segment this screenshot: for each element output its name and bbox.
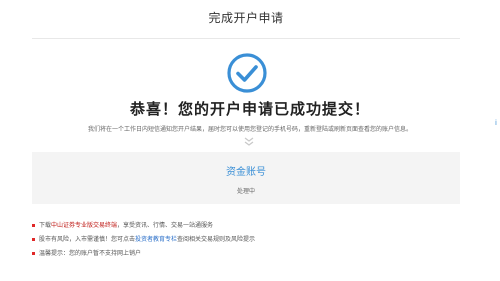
bullet-icon [32, 252, 35, 255]
bullet-icon [32, 224, 35, 227]
note-text: 查阅相关交易规则及风险提示 [177, 236, 256, 243]
note-text: 温馨提示：您的账户暂不支持网上销户 [39, 250, 142, 257]
note-risk: 股市有风险，入市需谨慎！您可点击投资者教育专栏查阅相关交易规则及风险提示 [32, 236, 462, 250]
double-chevron-down-icon [244, 137, 254, 146]
page-title: 完成开户申请 [208, 11, 284, 25]
note-download: 下载中山证券专业版交易终端，享受资讯、行情、交易一站通服务 [32, 222, 462, 236]
account-status: 处理中 [236, 188, 255, 195]
account-info-panel: 资金账号 处理中 [32, 152, 460, 204]
checkmark-circle-icon [227, 53, 267, 93]
investor-education-link[interactable]: 投资者教育专栏 [135, 236, 177, 243]
download-terminal-link[interactable]: 中山证券专业版交易终端 [51, 222, 117, 229]
note-tip: 温馨提示：您的账户暂不支持网上销户 [32, 250, 462, 264]
success-description: 我们将在一个工作日内短信通知您开户结果，届时您可以使用您登记的手机号码，重新登陆… [87, 126, 412, 133]
page: 完成开户申请 恭喜！您的开户申请已成功提交！ 我们将在一个工作日内短信通知您开户… [0, 0, 500, 281]
edge-mark: i [495, 119, 497, 127]
note-text: 下载 [39, 222, 52, 229]
success-headline: 恭喜！您的开户申请已成功提交！ [129, 100, 370, 118]
bullet-icon [32, 238, 35, 241]
note-text: 股市有风险，入市需谨慎！您可点击 [39, 236, 136, 243]
note-text: ，享受资讯、行情、交易一站通服务 [117, 222, 214, 229]
account-label: 资金账号 [226, 167, 266, 178]
notes-list: 下载中山证券专业版交易终端，享受资讯、行情、交易一站通服务 股市有风险，入市需谨… [32, 222, 462, 264]
header: 完成开户申请 [32, 0, 460, 39]
